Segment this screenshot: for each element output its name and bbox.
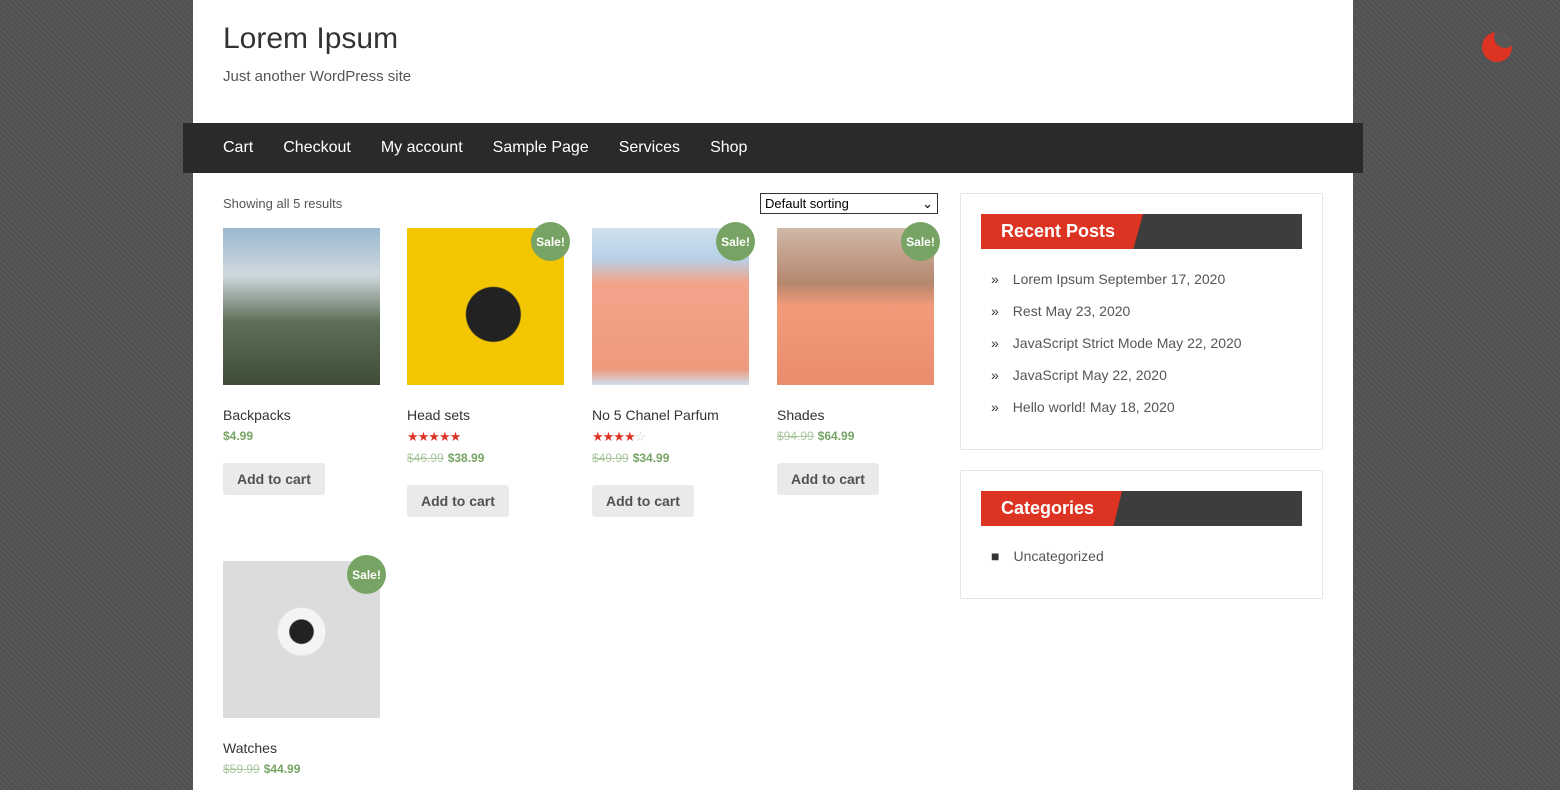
widget-title: Categories <box>981 491 1302 526</box>
page-content: Lorem Ipsum Just another WordPress site … <box>193 0 1353 790</box>
main-nav: Cart Checkout My account Sample Page Service… <box>183 123 1363 173</box>
star-rating: ★★★★☆ <box>592 429 646 444</box>
chevron-right-icon: » <box>991 335 999 351</box>
chevron-right-icon: » <box>991 367 999 383</box>
product-image[interactable]: Sale! <box>592 222 755 385</box>
product-name[interactable]: Watches <box>223 740 381 756</box>
add-to-cart-button[interactable]: Add to cart <box>407 485 509 517</box>
sale-badge: Sale! <box>901 222 940 261</box>
product-image[interactable] <box>223 228 380 385</box>
product-price: $4.99 <box>223 429 254 443</box>
result-count: Showing all 5 results <box>223 196 343 211</box>
product-price: $59.99 $44.99 <box>223 762 301 776</box>
nav-item-shop[interactable]: Shop <box>710 123 747 173</box>
recent-post-link[interactable]: » JavaScript May 22, 2020 <box>981 367 1302 399</box>
nav-item-services[interactable]: Services <box>619 123 680 173</box>
add-to-cart-button[interactable]: Add to cart <box>223 463 325 495</box>
product-name[interactable]: Head sets <box>407 407 565 423</box>
recent-post-link[interactable]: » Lorem Ipsum September 17, 2020 <box>981 271 1302 303</box>
sorting-select[interactable]: Default sorting ⌄ <box>760 193 938 214</box>
chevron-right-icon: » <box>991 271 999 287</box>
folder-icon: ■ <box>991 548 1000 564</box>
chevron-down-icon: ⌄ <box>922 195 933 211</box>
product-price: $49.99 $34.99 <box>592 451 670 465</box>
category-link[interactable]: ■ Uncategorized <box>981 548 1302 580</box>
site-title[interactable]: Lorem Ipsum <box>223 22 398 56</box>
recent-posts-widget: Recent Posts » Lorem Ipsum September 17, … <box>960 193 1323 450</box>
nav-item-my-account[interactable]: My account <box>381 123 463 173</box>
sale-badge: Sale! <box>531 222 570 261</box>
product-card: Sale! Head sets ★★★★★ $46.99 $38.99 Add to ca… <box>407 222 570 517</box>
product-card: Sale! Watches $59.99 $44.99 <box>223 555 386 776</box>
product-image[interactable]: Sale! <box>407 222 570 385</box>
dark-mode-toggle-moon-icon[interactable] <box>1482 32 1512 62</box>
recent-post-link[interactable]: » Rest May 23, 2020 <box>981 303 1302 335</box>
sale-badge: Sale! <box>347 555 386 594</box>
chevron-right-icon: » <box>991 399 999 415</box>
add-to-cart-button[interactable]: Add to cart <box>777 463 879 495</box>
product-price: $46.99 $38.99 <box>407 451 485 465</box>
product-price: $94.99 $64.99 <box>777 429 855 443</box>
site-tagline: Just another WordPress site <box>223 68 412 85</box>
product-card: Sale! No 5 Chanel Parfum ★★★★☆ $49.99 $34.99… <box>592 222 755 517</box>
sorting-value: Default sorting <box>765 196 849 211</box>
product-card: Sale! Shades $94.99 $64.99 Add to cart <box>777 222 940 495</box>
recent-post-link[interactable]: » Hello world! May 18, 2020 <box>981 399 1302 431</box>
product-card: Backpacks $4.99 Add to cart <box>223 228 381 495</box>
product-name[interactable]: Shades <box>777 407 935 423</box>
widget-title: Recent Posts <box>981 214 1302 249</box>
product-name[interactable]: Backpacks <box>223 407 381 423</box>
star-rating: ★★★★★ <box>407 429 461 444</box>
sale-badge: Sale! <box>716 222 755 261</box>
add-to-cart-button[interactable]: Add to cart <box>592 485 694 517</box>
product-image[interactable]: Sale! <box>223 555 386 718</box>
recent-post-link[interactable]: » JavaScript Strict Mode May 22, 2020 <box>981 335 1302 367</box>
product-name[interactable]: No 5 Chanel Parfum <box>592 407 750 423</box>
nav-item-sample-page[interactable]: Sample Page <box>493 123 589 173</box>
chevron-right-icon: » <box>991 303 999 319</box>
categories-widget: Categories ■ Uncategorized <box>960 470 1323 599</box>
product-image[interactable]: Sale! <box>777 222 940 385</box>
nav-item-checkout[interactable]: Checkout <box>283 123 351 173</box>
nav-item-cart[interactable]: Cart <box>223 123 253 173</box>
